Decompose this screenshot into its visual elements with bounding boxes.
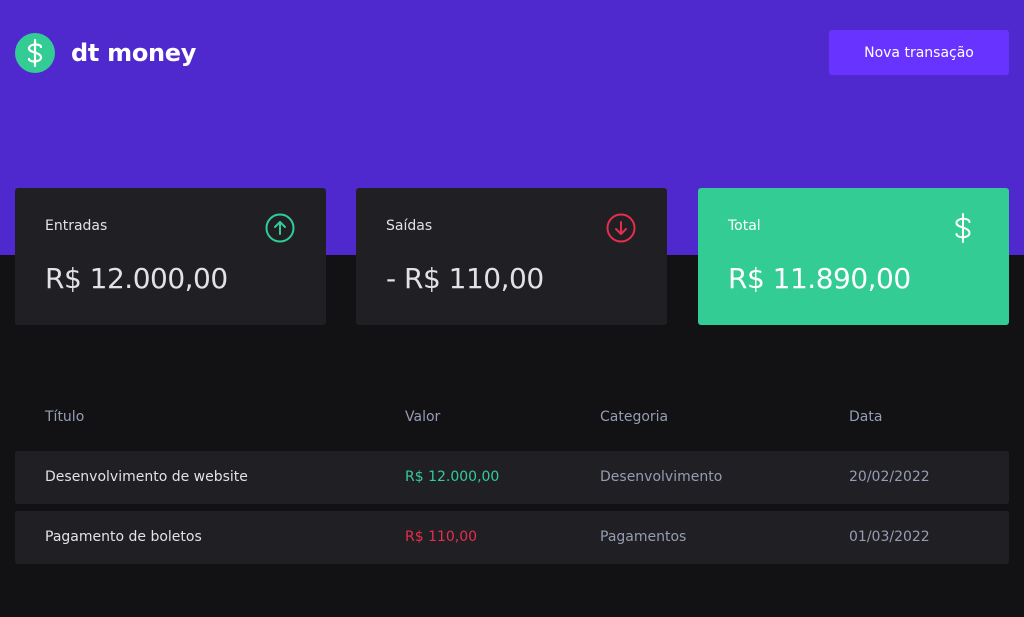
outcome-card: Saídas - R$ 110,00: [356, 188, 667, 325]
transaction-amount: R$ 110,00: [405, 529, 478, 545]
table-row: Pagamento de boletos R$ 110,00 Pagamento…: [15, 511, 1009, 564]
column-header-title: Título: [45, 409, 85, 425]
arrow-circle-up-icon: [265, 213, 295, 243]
transaction-category: Desenvolvimento: [600, 469, 723, 485]
new-transaction-button[interactable]: Nova transação: [829, 30, 1009, 75]
app-name: dt money: [71, 39, 197, 67]
transaction-date: 01/03/2022: [849, 529, 930, 545]
income-card-value: R$ 12.000,00: [45, 262, 228, 295]
total-card-value: R$ 11.890,00: [728, 262, 911, 295]
transaction-category: Pagamentos: [600, 529, 687, 545]
column-header-amount: Valor: [405, 409, 441, 425]
outcome-card-title: Saídas: [386, 218, 433, 234]
total-card-title: Total: [728, 218, 761, 234]
brand: dt money: [15, 33, 196, 73]
table-row: Desenvolvimento de website R$ 12.000,00 …: [15, 451, 1009, 504]
column-header-category: Categoria: [600, 409, 669, 425]
transaction-amount: R$ 12.000,00: [405, 469, 500, 485]
dollar-icon: [15, 33, 55, 73]
transaction-date: 20/02/2022: [849, 469, 930, 485]
transaction-title: Pagamento de boletos: [45, 529, 202, 545]
total-card: Total R$ 11.890,00: [698, 188, 1009, 325]
column-header-date: Data: [849, 409, 883, 425]
transaction-title: Desenvolvimento de website: [45, 469, 248, 485]
outcome-card-value: - R$ 110,00: [386, 262, 544, 295]
income-card: Entradas R$ 12.000,00: [15, 188, 326, 325]
arrow-circle-down-icon: [606, 213, 636, 243]
dollar-icon: [955, 213, 971, 243]
income-card-title: Entradas: [45, 218, 108, 234]
